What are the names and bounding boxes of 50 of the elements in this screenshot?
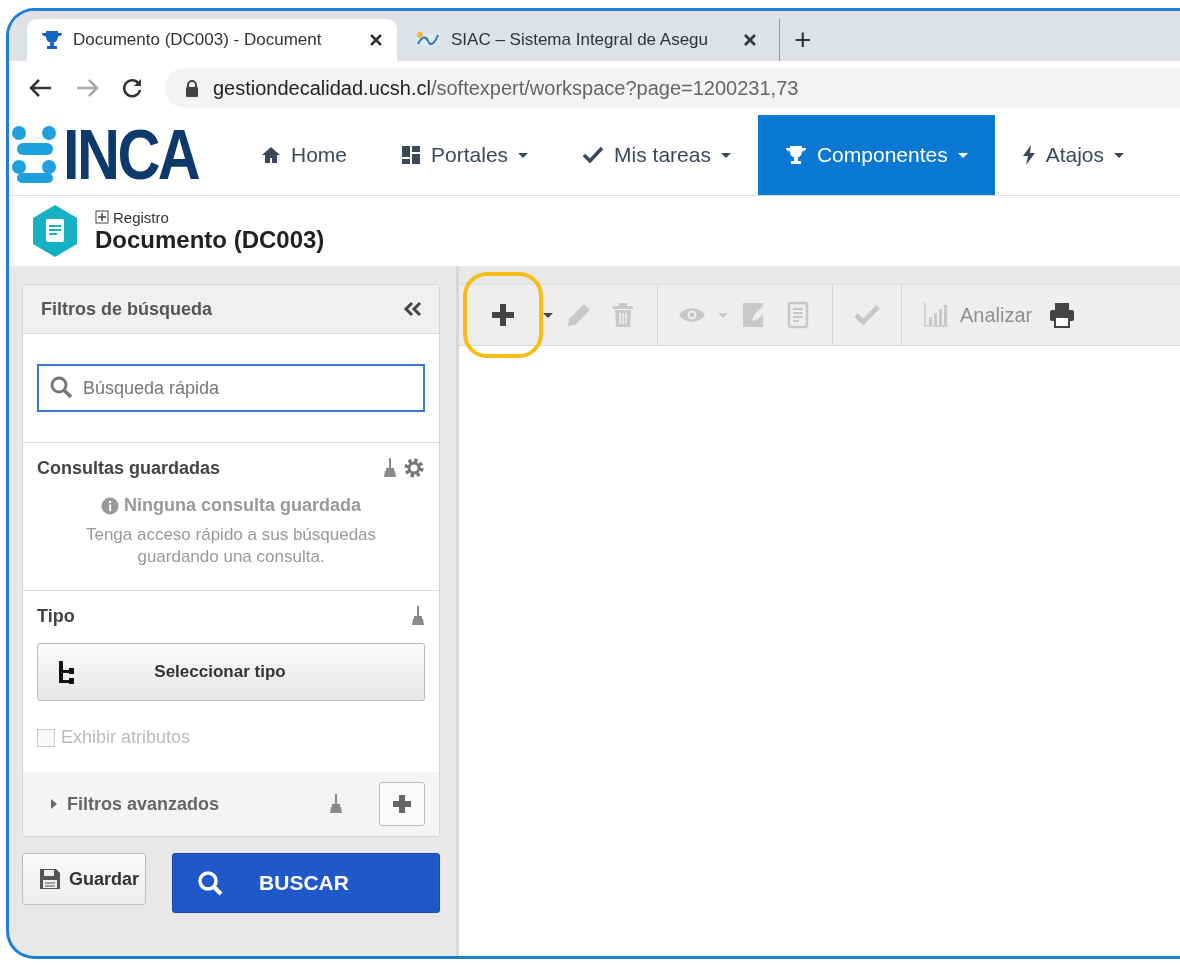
panel-title: Filtros de búsqueda xyxy=(41,298,213,320)
nav-menu-item[interactable]: Atajos xyxy=(994,115,1152,195)
trophy-icon xyxy=(784,145,807,165)
browser-tab[interactable]: SIAC – Sistema Integral de Asegu xyxy=(401,19,771,61)
close-icon[interactable] xyxy=(369,33,383,47)
expand-arrow-icon[interactable] xyxy=(51,799,57,810)
plus-icon xyxy=(391,793,413,816)
section-title: Consultas guardadas xyxy=(37,457,221,479)
record-label: Registro xyxy=(95,208,325,226)
expand-icon[interactable] xyxy=(95,210,109,224)
add-filter-button[interactable] xyxy=(379,782,425,827)
search-button[interactable]: BUSCAR xyxy=(172,853,440,914)
search-icon xyxy=(197,870,224,897)
nav-menu-item[interactable]: Mis tareas xyxy=(555,115,758,195)
plus-icon xyxy=(489,301,517,329)
tree-icon xyxy=(58,660,76,685)
info-icon xyxy=(101,496,119,515)
logo[interactable]: INCA xyxy=(9,115,234,195)
bar-chart-icon xyxy=(922,301,950,329)
pencil-icon xyxy=(565,301,593,329)
check-icon xyxy=(582,146,605,164)
home-icon xyxy=(261,146,281,164)
bolt-icon xyxy=(1021,145,1036,165)
save-button[interactable]: Guardar xyxy=(22,853,147,906)
forward-icon[interactable] xyxy=(75,78,99,98)
lock-icon xyxy=(185,79,199,97)
collapse-icon[interactable] xyxy=(403,301,423,317)
checkbox-label: Exhibir atributos xyxy=(61,727,191,749)
broom-icon[interactable] xyxy=(329,793,343,816)
back-icon[interactable] xyxy=(29,78,53,98)
browser-tab[interactable]: Documento (DC003) - Document xyxy=(27,19,397,61)
empty-title: Ninguna consulta guardada xyxy=(124,495,361,516)
nav-menu-item[interactable]: Componentes xyxy=(757,115,995,195)
printer-icon xyxy=(1048,301,1077,329)
document-hexagon-icon xyxy=(31,204,79,258)
close-icon[interactable] xyxy=(743,33,757,47)
grid-icon xyxy=(401,145,422,165)
nav-menu-item[interactable]: Portales xyxy=(374,115,556,195)
select-type-button[interactable]: Seleccionar tipo xyxy=(37,643,425,702)
address-bar[interactable]: gestiondecalidad.ucsh.cl/softexpert/workspace?page=1200231,73 xyxy=(165,68,1180,108)
section-title: Tipo xyxy=(37,605,75,627)
broom-icon[interactable] xyxy=(411,605,425,628)
nav-menu-item[interactable]: Home xyxy=(234,115,375,195)
reload-icon[interactable] xyxy=(121,77,143,99)
broom-icon[interactable] xyxy=(383,457,397,479)
settings-icon[interactable] xyxy=(403,457,425,479)
empty-message: Tenga acceso rápido a sus búsquedas guardando una consulta. xyxy=(84,524,378,569)
trophy-icon xyxy=(41,30,63,50)
page-title: Documento (DC003) xyxy=(95,225,325,254)
search-field[interactable]: Búsqueda rápida xyxy=(37,364,425,412)
